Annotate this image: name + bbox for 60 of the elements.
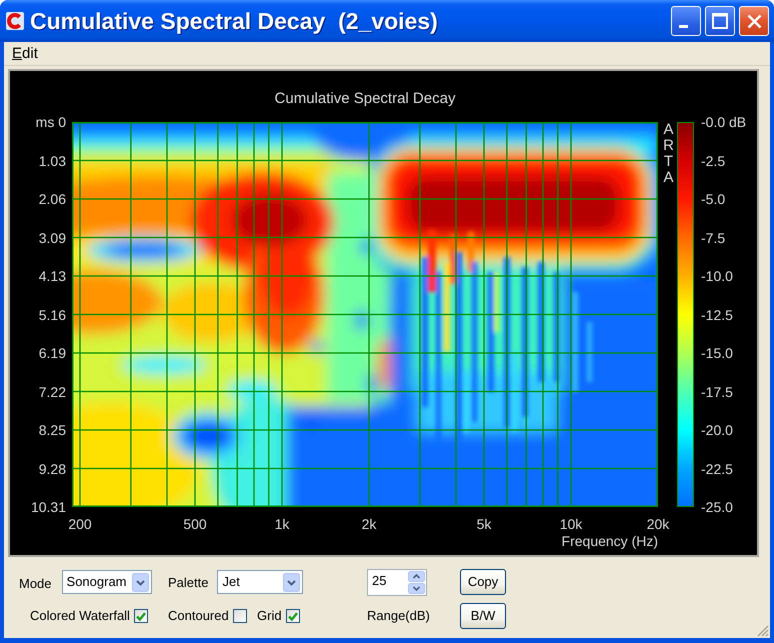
x-axis-label: 2k (362, 516, 376, 532)
x-axis-label: 1k (274, 516, 290, 532)
spin-up-icon[interactable] (408, 570, 425, 582)
push-button[interactable]: B/W (460, 603, 506, 629)
y-axis-label: 7.22 (38, 384, 66, 400)
y-axis-label: 6.19 (38, 345, 66, 361)
range-label: Range(dB) (367, 608, 430, 624)
x-axis-label: 5k (476, 516, 492, 532)
menu-item[interactable]: Edit (12, 44, 38, 62)
y-axis-label: 9.28 (38, 460, 66, 476)
mode-dropdown[interactable]: Sonogram (62, 570, 152, 594)
scale-label: -20.0 (701, 422, 733, 438)
scale-label: -22.5 (701, 460, 733, 476)
checkbox[interactable] (286, 609, 300, 623)
palette-dropdown[interactable]: Jet (217, 570, 304, 594)
checkbox-label: Grid (257, 608, 282, 624)
scale-label: -15.0 (701, 345, 733, 361)
mode-label: Mode (19, 575, 52, 592)
y-axis-label: 3.09 (38, 230, 66, 246)
push-button[interactable]: Copy (460, 569, 506, 595)
scale-label: -5.0 (701, 191, 726, 207)
palette-label: Palette (168, 574, 208, 591)
checkbox[interactable] (134, 609, 148, 623)
brand-label: ARTA (662, 122, 675, 186)
scale-label: -0.0 dB (701, 114, 746, 130)
minimize-icon (679, 25, 688, 28)
scale-label: -2.5 (701, 152, 726, 168)
checkmark-icon (136, 612, 146, 620)
close-button[interactable] (739, 6, 769, 36)
app-logo-icon (6, 12, 24, 30)
chart-title: Cumulative Spectral Decay (274, 91, 456, 107)
scale-label: -17.5 (701, 384, 733, 400)
scale-label: -10.0 (701, 268, 733, 284)
y-axis-label: 8.25 (38, 422, 66, 438)
x-axis-label: 20k (646, 516, 670, 532)
maximize-icon (712, 13, 728, 29)
y-axis-label: 2.06 (38, 191, 66, 207)
resize-grip-icon[interactable] (757, 625, 769, 637)
spin-down-icon[interactable] (408, 582, 425, 594)
y-axis-label: 4.13 (38, 268, 66, 284)
y-axis-label: 10.31 (30, 499, 66, 515)
y-axis-label: 1.03 (38, 152, 66, 168)
scale-label: -12.5 (701, 306, 733, 322)
range-spinbox[interactable]: 25 (367, 568, 427, 596)
window-title: Cumulative Spectral Decay (2_voies) (30, 8, 438, 34)
y-axis-label: ms 0 (36, 114, 66, 130)
scale-label: -7.5 (701, 230, 726, 246)
x-axis-label: 200 (68, 516, 92, 532)
x-axis-title: Frequency (Hz) (562, 533, 658, 549)
x-axis-label: 500 (183, 516, 207, 532)
checkbox-label: Contoured (168, 608, 229, 624)
x-axis-label: 10k (560, 516, 582, 532)
checkbox[interactable] (232, 609, 247, 623)
scale-label: -25.0 (701, 499, 733, 515)
maximize-button[interactable] (705, 6, 735, 36)
checkmark-icon (288, 612, 298, 620)
y-axis-label: 5.16 (38, 306, 66, 322)
close-icon (746, 14, 762, 28)
minimize-button[interactable] (671, 6, 701, 36)
checkbox-label: Colored Waterfall (30, 608, 130, 624)
